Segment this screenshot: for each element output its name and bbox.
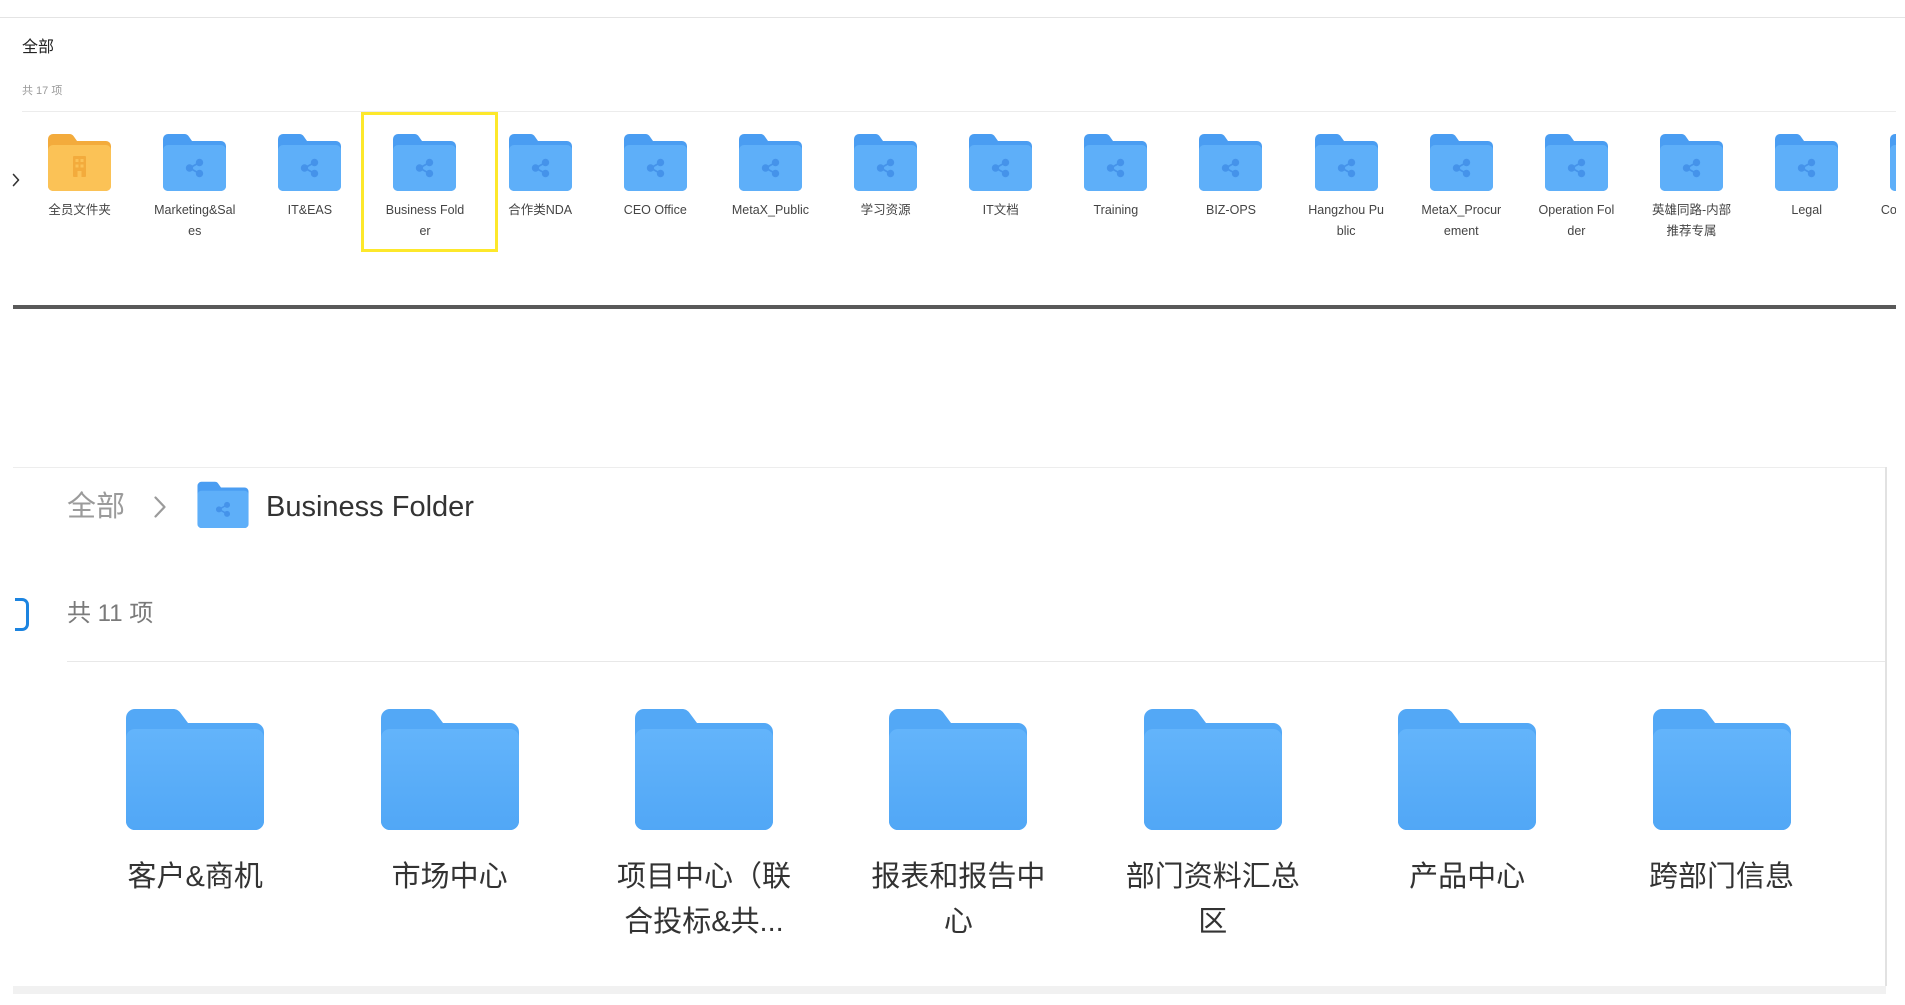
folder-tile[interactable]: Legal <box>1749 112 1864 252</box>
folder-tile[interactable]: IT文档 <box>943 112 1058 252</box>
shared-folder-icon <box>1084 133 1148 191</box>
shared-folder-icon <box>278 133 342 191</box>
folder-label: 合作类NDA <box>508 203 573 217</box>
folder-tile[interactable]: Operation Folder <box>1519 112 1634 252</box>
top-panel-item-count: 共 17 项 <box>22 85 63 97</box>
shared-folder-icon <box>738 133 802 191</box>
folder-tile[interactable]: Hangzhou Public <box>1289 112 1404 252</box>
folder-label: MetaX_Procurement <box>1421 203 1502 238</box>
folder-label: IT&EAS <box>287 203 333 217</box>
folder-tile[interactable]: Marketing&Sales <box>137 112 252 252</box>
chevron-right-icon[interactable] <box>12 173 20 187</box>
shared-folder-icon <box>1775 133 1839 191</box>
folder-label: Training <box>1093 203 1139 217</box>
folder-tile[interactable]: BIZ-OPS <box>1173 112 1288 252</box>
folder-tile[interactable]: 客户&商机 <box>68 709 322 969</box>
shared-folder-icon <box>1199 133 1263 191</box>
folder-icon <box>1398 709 1537 830</box>
shared-folder-icon <box>1544 133 1608 191</box>
folder-tile[interactable]: 跨部门信息 <box>1594 709 1848 969</box>
folder-label: 部门资料汇总区 <box>1125 861 1300 938</box>
folder-tile[interactable]: Co <box>1864 112 1896 252</box>
folder-icon <box>380 709 519 830</box>
shared-folder-icon <box>393 133 457 191</box>
folder-label: 客户&商机 <box>127 861 263 893</box>
folder-tile[interactable]: 合作类NDA <box>483 112 598 252</box>
folder-grid: 客户&商机 市场中心 项目中心（联合投标&共... 报表和报告中心 部门资料汇总区 产品中… <box>68 709 1849 969</box>
folder-tile[interactable]: 产品中心 <box>1340 709 1594 969</box>
folder-view-item-count: 共 11 项 <box>67 600 154 627</box>
folder-tile[interactable]: 报表和报告中心 <box>831 709 1085 969</box>
folder-icon <box>889 709 1028 830</box>
shared-folder-icon <box>1429 133 1493 191</box>
folder-label: 学习资源 <box>860 203 911 217</box>
folder-label: 市场中心 <box>391 861 508 893</box>
shared-folder-icon <box>623 133 687 191</box>
folder-view-right-border <box>1885 467 1887 986</box>
shared-folder-icon <box>163 133 227 191</box>
folder-label: Operation Folder <box>1538 203 1615 238</box>
bottom-scroll-track <box>13 986 1886 994</box>
folder-label: 产品中心 <box>1409 861 1526 893</box>
folder-icon <box>1143 709 1282 830</box>
select-all-checkbox[interactable] <box>15 598 29 631</box>
folder-tile[interactable]: Business Folder <box>361 112 499 252</box>
folder-icon <box>634 709 773 830</box>
folder-tile[interactable]: 市场中心 <box>322 709 576 969</box>
shared-folder-icon <box>1890 133 1896 191</box>
shared-folder-icon <box>197 481 249 528</box>
folder-tile[interactable]: IT&EAS <box>252 112 367 252</box>
folder-tile[interactable]: 全员文件夹 <box>22 112 137 252</box>
folder-label: 全员文件夹 <box>48 203 111 217</box>
folder-label: IT文档 <box>982 203 1019 217</box>
shared-folder-icon <box>853 133 917 191</box>
section-separator <box>13 305 1896 309</box>
breadcrumb-root[interactable]: 全部 <box>67 490 125 524</box>
folder-label: 项目中心（联合投标&共... <box>616 861 791 938</box>
breadcrumb-current: Business Folder <box>266 491 474 523</box>
folder-label: Business Folder <box>385 203 465 238</box>
top-panel-title: 全部 <box>22 39 55 56</box>
shared-folder-icon <box>1659 133 1723 191</box>
folder-tile[interactable]: CEO Office <box>598 112 713 252</box>
folder-label: Marketing&Sales <box>154 203 236 238</box>
building-folder-icon <box>48 133 111 191</box>
folder-icon <box>1652 709 1791 830</box>
shared-folder-icon <box>1314 133 1378 191</box>
folder-label: 报表和报告中心 <box>871 861 1046 938</box>
folder-tile[interactable]: 英雄同路-内部推荐专属 <box>1634 112 1749 252</box>
folder-tile[interactable]: MetaX_Public <box>713 112 828 252</box>
folder-label: Legal <box>1791 203 1822 217</box>
folder-view-top-border <box>13 467 1886 468</box>
folder-label: MetaX_Public <box>731 203 809 217</box>
folder-icon <box>126 709 265 830</box>
folder-tile[interactable]: 项目中心（联合投标&共... <box>577 709 831 969</box>
folder-label: Co <box>1880 203 1896 217</box>
folder-label: Hangzhou Public <box>1308 203 1385 238</box>
folder-tile[interactable]: Training <box>1058 112 1173 252</box>
folder-label: 跨部门信息 <box>1649 861 1795 893</box>
folder-label: CEO Office <box>623 203 687 217</box>
chevron-right-icon <box>153 495 167 519</box>
folder-view-divider <box>67 661 1885 662</box>
folder-label: 英雄同路-内部推荐专属 <box>1651 203 1732 238</box>
folder-label: BIZ-OPS <box>1205 203 1256 217</box>
folder-tile[interactable]: MetaX_Procurement <box>1404 112 1519 252</box>
folder-tile[interactable]: 部门资料汇总区 <box>1086 709 1340 969</box>
shared-folder-icon <box>508 133 572 191</box>
shared-folder-icon <box>969 133 1033 191</box>
top-edge-divider <box>0 17 1905 18</box>
folder-tile[interactable]: 学习资源 <box>828 112 943 252</box>
top-folder-row: 全员文件夹 Marketing&Sales IT&EAS Business Folde… <box>22 112 1896 252</box>
